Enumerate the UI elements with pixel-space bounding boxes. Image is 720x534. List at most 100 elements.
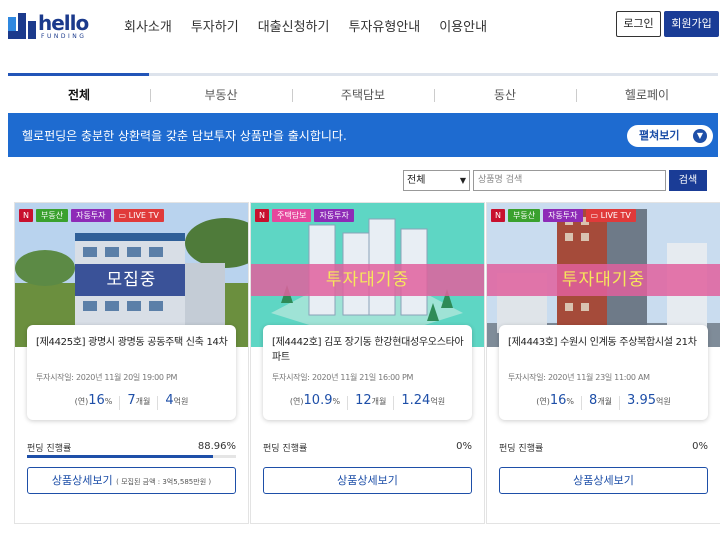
start-date: 투자시작일: 2020년 11월 21일 16:00 PM	[272, 373, 414, 382]
funding-progress: 펀딩 진행률 88.96%	[27, 441, 236, 454]
status-overlay: 모집중	[106, 270, 157, 290]
rate-value: 10.9	[303, 393, 333, 408]
term-unit: 개월	[135, 397, 151, 406]
funding-progress: 펀딩 진행률 0%	[263, 441, 472, 454]
progress-percent: 0%	[692, 441, 708, 452]
rate-unit: %	[566, 397, 575, 406]
tab-mortgage[interactable]: 주택담보	[292, 84, 434, 108]
term-value: 7	[127, 393, 136, 408]
auto-invest-tag: 자동투자	[314, 209, 354, 222]
detail-button[interactable]: 상품상세보기	[499, 467, 708, 494]
tag-list: N 부동산 자동투자 ▭ LIVE TV	[491, 209, 636, 222]
tab-movable[interactable]: 동산	[434, 84, 576, 108]
live-tv-label: LIVE TV	[128, 211, 159, 220]
amount-unit: 억원	[656, 397, 671, 406]
detail-button[interactable]: 상품상세보기	[263, 467, 472, 494]
tag-list: N 부동산 자동투자 ▭ LIVE TV	[19, 209, 164, 222]
tag-list: N 주택담보 자동투자	[255, 209, 354, 222]
product-stats: (연)10.9% 12개월 1.24억원	[263, 393, 472, 410]
rate-stat: (연)16%	[529, 393, 581, 410]
login-button[interactable]: 로그인	[616, 11, 661, 37]
header: hello FUNDING 회사소개 투자하기 대출신청하기 투자유형안내 이용…	[0, 0, 720, 52]
rate-value: 16	[549, 393, 567, 408]
collected-amount: ( 모집된 금액 : 3억5,585만원 )	[116, 478, 212, 486]
progress-label: 펀딩 진행률	[263, 444, 308, 454]
status-overlay: 투자대기중	[325, 270, 410, 290]
start-date: 투자시작일: 2020년 11월 23일 11:00 AM	[508, 373, 650, 382]
join-button[interactable]: 회원가입	[664, 11, 719, 37]
tab-hellopay[interactable]: 헬로페이	[576, 84, 718, 108]
status-overlay: 투자대기중	[561, 270, 646, 290]
category-select-value: 전체	[407, 175, 426, 186]
live-tv-tag: ▭ LIVE TV	[113, 209, 164, 222]
amount-stat: 1.24억원	[394, 393, 452, 410]
nav-item-invest-types[interactable]: 투자유형안내	[348, 16, 420, 35]
term-unit: 개월	[371, 397, 387, 406]
logo-subtext: FUNDING	[41, 33, 87, 40]
auto-invest-tag: 자동투자	[543, 209, 583, 222]
live-tv-tag: ▭ LIVE TV	[585, 209, 636, 222]
product-title[interactable]: [제4425호] 광명시 광명동 공동주택 신축 14차	[36, 335, 228, 350]
term-unit: 개월	[597, 397, 613, 406]
nav-item-guide[interactable]: 이용안내	[439, 16, 487, 35]
product-card[interactable]: N 부동산 자동투자 ▭ LIVE TV 투자대기중 [제4443호] 수원시 …	[486, 202, 720, 524]
amount-unit: 억원	[173, 397, 189, 406]
rate-prefix: (연)	[74, 397, 89, 406]
amount-stat: 3.95억원	[620, 393, 678, 410]
rate-stat: (연)16%	[68, 393, 120, 410]
amount-unit: 억원	[430, 397, 446, 406]
category-tabs: 전체 부동산 주택담보 동산 헬로페이	[8, 84, 718, 108]
info-banner: 헬로펀딩은 충분한 상환력을 갖춘 담보투자 상품만을 출시합니다. 펼쳐보기 ▼	[8, 113, 718, 157]
nav-item-invest[interactable]: 투자하기	[191, 16, 239, 35]
tab-indicator-track	[8, 73, 718, 76]
product-info-box: [제4442호] 김포 장기동 한강현대성우오스타아파트 투자시작일: 2020…	[263, 325, 472, 420]
detail-label: 상품상세보기	[337, 474, 398, 487]
term-value: 12	[355, 393, 372, 408]
tab-all[interactable]: 전체	[8, 84, 150, 108]
new-badge: N	[491, 209, 505, 222]
amount-stat: 4억원	[158, 393, 195, 410]
amount-value: 4	[165, 393, 174, 408]
progress-percent: 88.96%	[197, 441, 236, 452]
expand-label: 펼쳐보기	[639, 129, 680, 142]
category-tag: 부동산	[35, 209, 69, 222]
expand-button[interactable]: 펼쳐보기 ▼	[627, 125, 713, 147]
product-card[interactable]: N 부동산 자동투자 ▭ LIVE TV 모집중 [제4425호] 광명시 광명…	[14, 202, 249, 524]
detail-label: 상품상세보기	[573, 474, 634, 487]
logo-mark-icon	[8, 13, 36, 39]
rate-unit: %	[332, 397, 341, 406]
detail-button[interactable]: 상품상세보기 ( 모집된 금액 : 3억5,585만원 )	[27, 467, 236, 494]
term-stat: 7개월	[120, 393, 157, 410]
live-tv-label: LIVE TV	[600, 211, 631, 220]
product-title[interactable]: [제4443호] 수원시 인계동 주상복합시설 21차	[508, 335, 700, 350]
rate-prefix: (연)	[289, 397, 304, 406]
nav-item-about[interactable]: 회사소개	[124, 16, 172, 35]
detail-label: 상품상세보기	[51, 474, 113, 487]
tab-indicator	[8, 73, 149, 76]
progress-percent: 0%	[456, 441, 472, 452]
product-title[interactable]: [제4442호] 김포 장기동 한강현대성우오스타아파트	[272, 335, 464, 365]
amount-value: 3.95	[627, 393, 656, 408]
search-input[interactable]: 상품명 검색	[473, 170, 666, 191]
rate-stat: (연)10.9%	[283, 393, 347, 410]
progress-label: 펀딩 진행률	[27, 444, 72, 454]
main-nav: 회사소개 투자하기 대출신청하기 투자유형안내 이용안내	[124, 16, 506, 35]
new-badge: N	[19, 209, 33, 222]
rate-value: 16	[88, 393, 105, 408]
product-card[interactable]: N 주택담보 자동투자 투자대기중 [제4442호] 김포 장기동 한강현대성우…	[250, 202, 485, 524]
amount-value: 1.24	[401, 393, 431, 408]
search-button[interactable]: 검색	[669, 170, 707, 191]
product-info-box: [제4443호] 수원시 인계동 주상복합시설 21차 투자시작일: 2020년…	[499, 325, 708, 420]
progress-label: 펀딩 진행률	[499, 444, 544, 454]
term-stat: 12개월	[348, 393, 393, 410]
tab-real-estate[interactable]: 부동산	[150, 84, 292, 108]
category-tag: 부동산	[507, 209, 541, 222]
category-select[interactable]: 전체 ▼	[403, 170, 470, 191]
logo-text: hello	[38, 11, 89, 35]
logo[interactable]: hello FUNDING	[8, 11, 108, 41]
funding-progress: 펀딩 진행률 0%	[499, 441, 708, 454]
rate-prefix: (연)	[536, 397, 550, 406]
term-stat: 8개월	[582, 393, 619, 410]
product-stats: (연)16% 7개월 4억원	[27, 393, 236, 410]
nav-item-loan[interactable]: 대출신청하기	[258, 16, 330, 35]
